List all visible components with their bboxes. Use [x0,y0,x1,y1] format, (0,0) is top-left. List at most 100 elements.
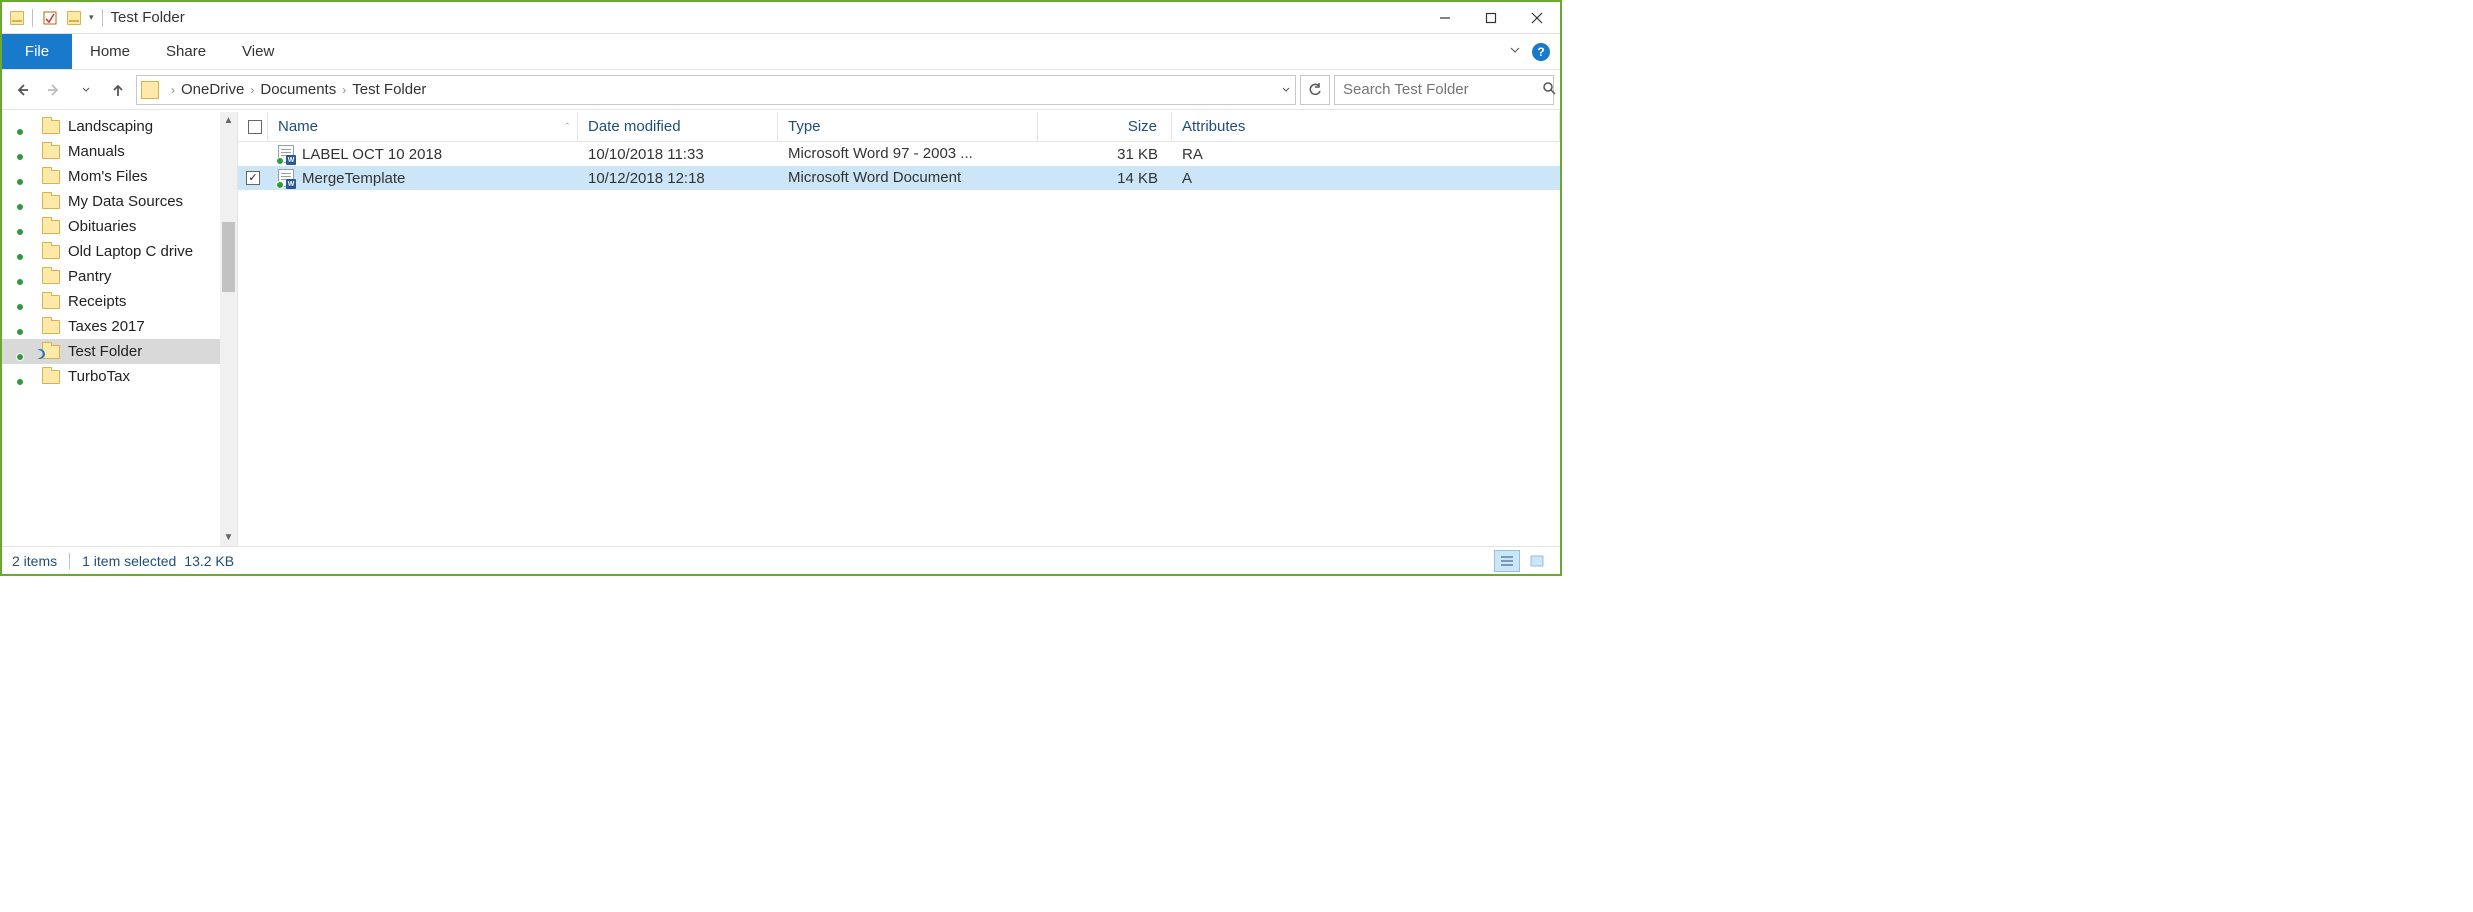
sidebar-item-label: Obituaries [68,218,136,235]
file-row[interactable]: WLABEL OCT 10 201810/10/2018 11:33Micros… [238,142,1560,166]
sync-badge-icon [16,328,24,336]
sidebar-item[interactable]: TurboTax [2,364,237,389]
row-checkbox[interactable] [238,142,268,166]
quick-access-toolbar: ▾ [2,9,103,27]
folder-icon [42,370,60,384]
file-date: 10/10/2018 11:33 [578,142,778,166]
sync-badge-icon [16,353,24,361]
view-switcher [1494,550,1550,572]
column-name[interactable]: Nameˆ [268,112,578,141]
new-folder-icon[interactable] [67,11,81,25]
sidebar-item[interactable]: Manuals [2,139,237,164]
properties-icon[interactable] [41,9,59,27]
column-attributes[interactable]: Attributes [1172,112,1560,141]
sidebar-item-label: Mom's Files [68,168,148,185]
folder-icon [42,145,60,159]
file-row[interactable]: WMergeTemplate10/12/2018 12:18Microsoft … [238,166,1560,190]
refresh-button[interactable] [1300,75,1330,105]
minimize-button[interactable] [1422,3,1468,33]
file-name-cell[interactable]: WMergeTemplate [268,166,578,190]
maximize-button[interactable] [1468,3,1514,33]
sidebar-item-label: TurboTax [68,368,130,385]
scroll-thumb[interactable] [222,222,235,292]
close-button[interactable] [1514,3,1560,33]
help-icon[interactable]: ? [1532,43,1550,61]
folder-icon [42,295,60,309]
file-name-cell[interactable]: WLABEL OCT 10 2018 [268,142,578,166]
file-tab[interactable]: File [2,34,72,69]
folder-icon [42,170,60,184]
scroll-up-icon[interactable]: ▲ [220,112,237,129]
folder-icon [42,270,60,284]
main-area: Landscaping Manuals Mom's Files My Data Sou… [2,112,1560,546]
folder-tree: Landscaping Manuals Mom's Files My Data Sou… [2,112,237,389]
scrollbar[interactable]: ▲ ▼ [220,112,237,546]
up-button[interactable] [104,76,132,104]
sync-badge-icon [16,228,24,236]
row-checkbox[interactable] [238,166,268,190]
scroll-down-icon[interactable]: ▼ [220,529,237,546]
status-bar: 2 items 1 item selected 13.2 KB [2,546,1560,574]
navigation-bar: ›OneDrive›Documents›Test Folder [2,70,1560,110]
sidebar-item-label: Old Laptop C drive [68,243,193,260]
folder-icon [42,320,60,334]
sync-badge-icon [16,178,24,186]
sidebar-item[interactable]: My Data Sources [2,189,237,214]
recent-locations-button[interactable] [72,76,100,104]
sync-badge-icon [16,378,24,386]
explorer-icon [10,11,24,25]
navigation-pane: Landscaping Manuals Mom's Files My Data Sou… [2,112,238,546]
title-bar: ▾ Test Folder [2,2,1560,34]
file-size: 14 KB [1038,166,1172,190]
search-box[interactable] [1334,75,1554,105]
back-button[interactable] [8,76,36,104]
folder-icon [42,220,60,234]
sidebar-item[interactable]: Old Laptop C drive [2,239,237,264]
folder-icon [42,245,60,259]
folder-icon [141,81,159,99]
column-size[interactable]: Size [1038,112,1172,141]
sidebar-item[interactable]: Pantry [2,264,237,289]
file-type: Microsoft Word 97 - 2003 ... [778,142,1038,166]
sidebar-item[interactable]: Taxes 2017 [2,314,237,339]
sync-badge-icon [16,153,24,161]
chevron-down-icon[interactable] [1281,85,1291,95]
thumbnails-view-button[interactable] [1524,550,1550,572]
file-name: LABEL OCT 10 2018 [302,146,442,163]
sidebar-item[interactable]: Test Folder [2,339,237,364]
address-bar[interactable]: ›OneDrive›Documents›Test Folder [136,75,1296,105]
column-date[interactable]: Date modified [578,112,778,141]
sync-badge-icon [16,253,24,261]
file-name: MergeTemplate [302,170,405,187]
sync-badge-icon [16,203,24,211]
file-rows: WLABEL OCT 10 201810/10/2018 11:33Micros… [238,142,1560,190]
sidebar-item[interactable]: Mom's Files [2,164,237,189]
window-title: Test Folder [111,9,185,26]
share-tab[interactable]: Share [148,34,224,69]
sidebar-item[interactable]: Receipts [2,289,237,314]
sidebar-item[interactable]: Landscaping [2,114,237,139]
file-list: Nameˆ Date modified Type Size Attributes… [238,112,1560,546]
select-all-checkbox[interactable] [238,112,268,141]
folder-icon [42,120,60,134]
column-headers: Nameˆ Date modified Type Size Attributes [238,112,1560,142]
file-date: 10/12/2018 12:18 [578,166,778,190]
sidebar-item-label: Manuals [68,143,125,160]
selection-count: 1 item selected [82,553,176,569]
column-type[interactable]: Type [778,112,1038,141]
search-icon [1542,81,1556,99]
sidebar-item-label: Receipts [68,293,126,310]
view-tab[interactable]: View [224,34,292,69]
home-tab[interactable]: Home [72,34,148,69]
search-input[interactable] [1343,81,1542,98]
breadcrumb[interactable]: ›OneDrive›Documents›Test Folder [165,81,426,98]
separator [69,553,70,569]
sync-badge-icon [16,128,24,136]
sidebar-item[interactable]: Obituaries [2,214,237,239]
forward-button[interactable] [40,76,68,104]
sidebar-item-label: Landscaping [68,118,153,135]
details-view-button[interactable] [1494,550,1520,572]
expand-ribbon-icon[interactable] [1508,43,1522,61]
selection-size: 13.2 KB [184,553,234,569]
qat-customize-icon[interactable]: ▾ [89,12,94,23]
